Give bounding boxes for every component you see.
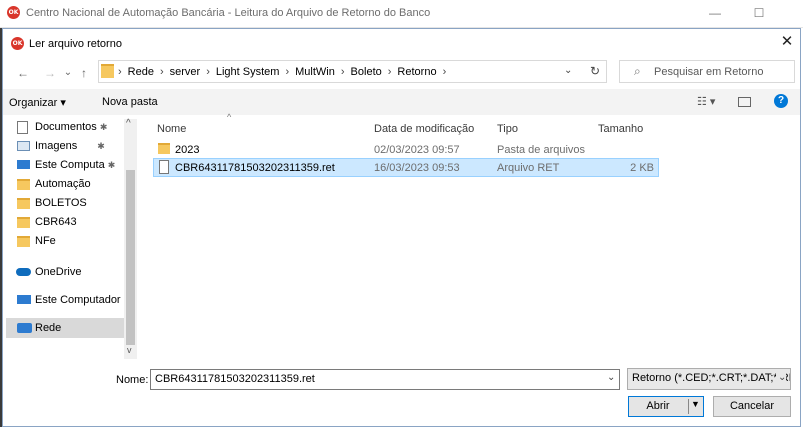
file-name[interactable]: 2023: [175, 144, 199, 156]
chevron-down-icon[interactable]: ⌄: [776, 372, 787, 383]
nav-item-documentos[interactable]: Documentos ✱: [35, 118, 107, 136]
maximize-button[interactable]: ☐: [744, 2, 774, 24]
folder-icon: [17, 179, 30, 190]
nav-item-automacao[interactable]: Automação: [35, 175, 91, 193]
search-placeholder: Pesquisar em Retorno: [654, 66, 764, 78]
close-button[interactable]: ✕: [774, 32, 800, 52]
breadcrumb-item[interactable]: Boleto: [351, 66, 382, 78]
pin-icon: ✱: [107, 160, 116, 170]
nav-item-imagens[interactable]: Imagens ✱: [35, 137, 105, 155]
file-name[interactable]: CBR64311781503202311359.ret: [175, 162, 335, 174]
back-arrow-icon[interactable]: ←: [15, 64, 31, 82]
breadcrumb-item[interactable]: server: [170, 66, 201, 78]
file-size: 2 KB: [630, 162, 654, 174]
breadcrumb-item[interactable]: Light System: [216, 66, 280, 78]
pin-icon: ✱: [99, 122, 108, 132]
dialog-logo-icon: OK: [11, 37, 24, 50]
nav-item-boletos[interactable]: BOLETOS: [35, 194, 87, 212]
recent-locations-icon[interactable]: ⌄: [60, 64, 76, 82]
nav-item-cbr643[interactable]: CBR643: [35, 213, 77, 231]
nav-item-rede[interactable]: Rede: [35, 319, 61, 337]
file-type-filter-value: Retorno (*.CED;*.CRT;*.DAT;*.RE: [632, 372, 791, 384]
folder-icon: [158, 143, 170, 154]
search-icon: ⌕: [634, 64, 641, 78]
network-icon: [17, 323, 32, 333]
file-type: Arquivo RET: [497, 162, 560, 174]
column-header-name[interactable]: Nome: [157, 123, 186, 135]
split-dropdown-icon[interactable]: ▼: [691, 399, 700, 409]
folder-icon: [17, 198, 30, 209]
breadcrumb-item[interactable]: Rede: [128, 66, 154, 78]
scroll-down-icon[interactable]: v: [127, 345, 132, 355]
documents-icon: [17, 121, 28, 134]
folder-icon: [17, 217, 30, 228]
help-icon[interactable]: ?: [774, 94, 788, 108]
preview-pane-icon[interactable]: [738, 97, 751, 107]
refresh-icon[interactable]: ↻: [590, 64, 600, 78]
organize-menu[interactable]: Organizar ▾: [9, 96, 66, 109]
column-header-size[interactable]: Tamanho: [598, 123, 643, 135]
breadcrumb-item[interactable]: Retorno: [397, 66, 436, 78]
nav-item-label: Documentos: [35, 121, 97, 133]
cancel-button[interactable]: Cancelar: [713, 396, 791, 417]
dialog-title: Ler arquivo retorno: [29, 38, 122, 50]
breadcrumb-item[interactable]: MultWin: [295, 66, 335, 78]
onedrive-icon: [16, 268, 31, 276]
file-date: 02/03/2023 09:57: [374, 144, 460, 156]
up-arrow-icon[interactable]: ↑: [76, 64, 92, 82]
nav-item-onedrive[interactable]: OneDrive: [35, 263, 81, 281]
folder-icon: [17, 236, 30, 247]
file-name-label: Nome:: [116, 374, 149, 386]
chevron-down-icon[interactable]: ⌄: [607, 372, 615, 383]
computer-icon: [17, 295, 31, 304]
open-button-label: Abrir: [646, 400, 670, 412]
nav-scrollbar-thumb[interactable]: [126, 170, 135, 345]
pin-icon: ✱: [97, 141, 105, 151]
column-header-date[interactable]: Data de modificação: [374, 123, 474, 135]
nav-item-nfe[interactable]: NFe: [35, 232, 56, 250]
file-icon: [159, 160, 169, 174]
open-button[interactable]: Abrir ▼: [628, 396, 704, 417]
scroll-up-icon[interactable]: ^: [126, 118, 131, 129]
file-date: 16/03/2023 09:53: [374, 162, 460, 174]
minimize-button[interactable]: —: [700, 2, 730, 24]
app-title: Centro Nacional de Automação Bancária - …: [26, 7, 431, 19]
file-type-filter[interactable]: Retorno (*.CED;*.CRT;*.DAT;*.RE: [627, 368, 791, 390]
nav-item-este-computador-pinned[interactable]: Este Computa ✱: [35, 156, 115, 174]
file-type: Pasta de arquivos: [497, 144, 586, 156]
images-icon: [17, 141, 30, 151]
nav-item-label: Imagens: [35, 140, 78, 152]
nav-item-este-computador[interactable]: Este Computador: [35, 291, 121, 309]
file-name-input[interactable]: CBR64311781503202311359.ret: [150, 369, 620, 390]
split-divider: [688, 399, 689, 414]
view-options-icon[interactable]: ☷ ▾: [697, 95, 715, 108]
sort-indicator-icon: ^: [227, 112, 232, 122]
new-folder-button[interactable]: Nova pasta: [102, 96, 158, 108]
address-dropdown-icon[interactable]: ⌄: [564, 65, 572, 76]
app-logo-icon: OK: [7, 6, 20, 19]
folder-icon: [101, 64, 114, 78]
nav-item-label: Este Computa: [35, 159, 105, 171]
computer-icon: [17, 160, 30, 169]
forward-arrow-icon[interactable]: →: [42, 64, 58, 82]
column-header-type[interactable]: Tipo: [497, 123, 518, 135]
breadcrumb: › Rede › server › Light System › MultWin › Boleto…: [118, 66, 447, 78]
